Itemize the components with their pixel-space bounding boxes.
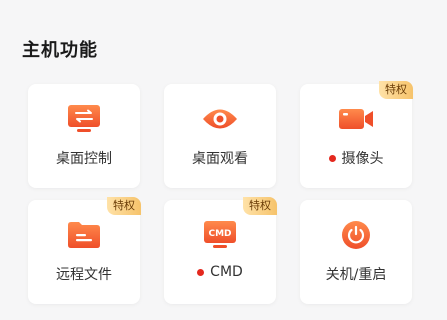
card-label: 桌面观看 [192, 151, 248, 167]
folder-icon [66, 220, 102, 250]
section-title: 主机功能 [22, 40, 98, 61]
eye-icon [202, 104, 238, 134]
video-camera-icon [338, 104, 374, 134]
card-desktop-view[interactable]: 桌面观看 [164, 84, 276, 188]
desktop-control-icon [66, 104, 102, 134]
svg-text:CMD: CMD [208, 229, 231, 239]
card-camera[interactable]: 特权 摄像头 [300, 81, 413, 188]
card-label: CMD [210, 264, 243, 280]
card-label: 关机/重启 [325, 267, 387, 283]
power-icon [338, 220, 374, 250]
privilege-badge: 特权 [379, 81, 413, 99]
card-cmd[interactable]: 特权 CMD CMD [164, 197, 277, 304]
card-label: 摄像头 [341, 151, 384, 167]
card-remote-files[interactable]: 特权 远程文件 [28, 197, 141, 304]
card-label: 桌面控制 [56, 151, 112, 167]
cmd-monitor-icon: CMD [202, 220, 238, 250]
privilege-badge: 特权 [243, 197, 277, 215]
card-label: 远程文件 [56, 267, 112, 283]
card-power[interactable]: 关机/重启 [300, 200, 412, 304]
privilege-badge: 特权 [107, 197, 141, 215]
function-grid: 桌面控制 桌面观看 特权 摄像头 特权 远程文件 特权 CMD CMD 关机/重… [28, 81, 414, 304]
card-desktop-control[interactable]: 桌面控制 [28, 84, 140, 188]
status-dot [328, 154, 336, 162]
status-dot [197, 268, 205, 276]
